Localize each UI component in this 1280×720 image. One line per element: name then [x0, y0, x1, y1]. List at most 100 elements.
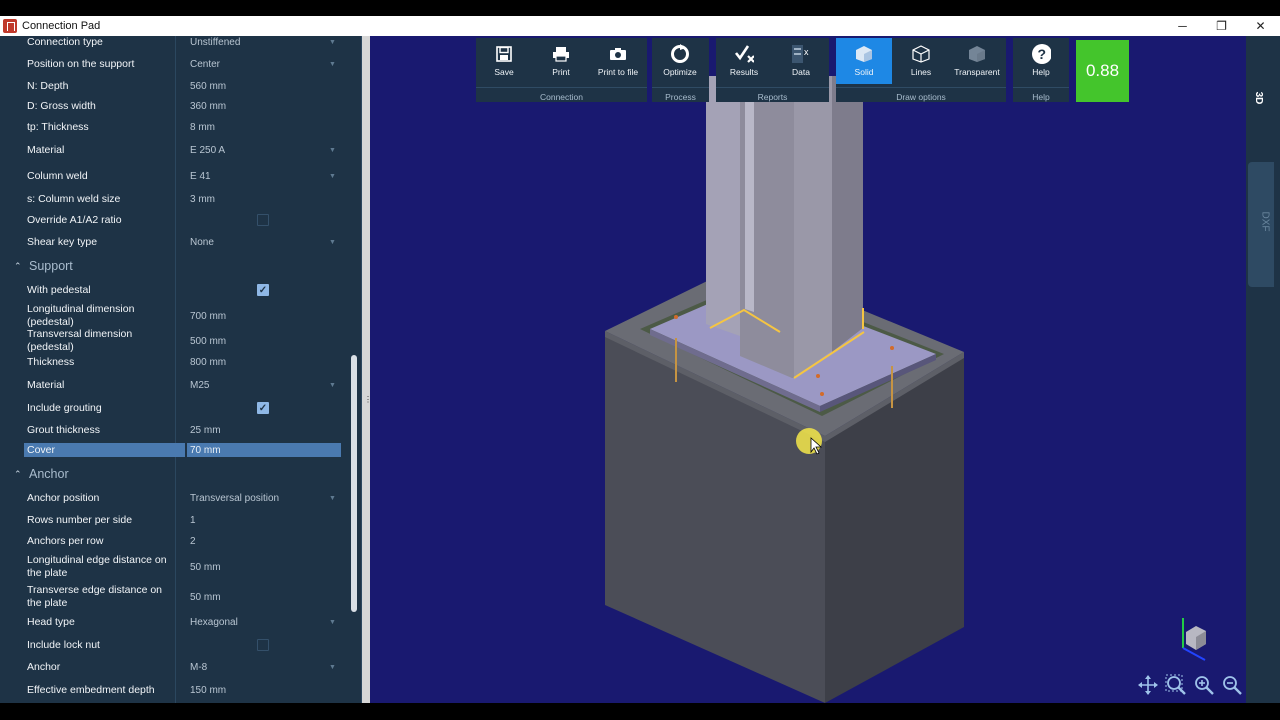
property-value[interactable]: 3 mm	[190, 194, 215, 205]
property-value[interactable]: E 41	[190, 171, 211, 182]
property-value[interactable]: 500 mm	[190, 336, 226, 347]
data-button[interactable]: x Data	[773, 38, 829, 84]
pan-icon[interactable]	[1137, 674, 1159, 696]
tab-dxf[interactable]: DXF	[1248, 162, 1274, 287]
optimize-button[interactable]: Optimize	[652, 38, 708, 84]
close-button[interactable]: ✕	[1241, 16, 1280, 36]
property-row[interactable]: Include lock nut	[0, 638, 350, 652]
property-value[interactable]: 800 mm	[190, 357, 226, 368]
property-row[interactable]: Include grouting ✓	[0, 401, 350, 415]
dropdown-arrow-icon[interactable]: ▼	[329, 619, 336, 626]
property-label: Shear key type	[27, 235, 98, 248]
dropdown-arrow-icon[interactable]: ▼	[329, 664, 336, 671]
print-button[interactable]: Print	[533, 38, 589, 84]
property-value[interactable]: 50 mm	[190, 562, 221, 573]
group-divider	[1013, 87, 1069, 88]
maximize-button[interactable]: ❐	[1202, 16, 1241, 36]
minimize-button[interactable]: ─	[1163, 16, 1202, 36]
section-anchor[interactable]: ⌃ Anchor	[0, 466, 350, 484]
property-value[interactable]: Unstiffened	[190, 37, 240, 48]
property-row[interactable]: Thickness 800 mm	[0, 355, 350, 369]
zoom-in-icon[interactable]	[1193, 674, 1215, 696]
dropdown-arrow-icon[interactable]: ▼	[329, 61, 336, 68]
solid-button[interactable]: Solid	[836, 38, 892, 84]
property-value[interactable]: 150 mm	[190, 685, 226, 696]
property-row[interactable]: Grout thickness 25 mm	[0, 423, 350, 437]
property-row[interactable]: Longitudinal dimension (pedestal) 700 mm	[0, 303, 350, 328]
checkbox-checked[interactable]: ✓	[257, 402, 269, 414]
property-value[interactable]: 360 mm	[190, 101, 226, 112]
property-row[interactable]: Connection type Unstiffened ▼	[0, 35, 350, 49]
help-button[interactable]: ? Help	[1013, 38, 1069, 84]
top-black-border	[0, 0, 1280, 16]
property-row[interactable]: Cover 70 mm	[0, 443, 350, 457]
property-row[interactable]: With pedestal ✓	[0, 283, 350, 297]
property-value[interactable]: Center	[190, 59, 220, 70]
property-value[interactable]: M-8	[190, 662, 207, 673]
dropdown-arrow-icon[interactable]: ▼	[329, 173, 336, 180]
property-value[interactable]: 2	[190, 536, 196, 547]
property-row[interactable]: tp: Thickness 8 mm	[0, 120, 350, 134]
property-value[interactable]: M25	[190, 380, 209, 391]
property-row[interactable]: s: Column weld size 3 mm	[0, 192, 350, 206]
property-row[interactable]: Shear key type None ▼	[0, 235, 350, 249]
3d-model-scene[interactable]	[370, 36, 1246, 703]
property-row[interactable]: Longitudinal edge distance on the plate 5…	[0, 554, 350, 579]
property-row[interactable]: Anchors per row 2	[0, 534, 350, 548]
property-value[interactable]: 560 mm	[190, 81, 226, 92]
property-value[interactable]: 8 mm	[190, 122, 215, 133]
property-row[interactable]: Material E 250 A ▼	[0, 143, 350, 157]
dropdown-arrow-icon[interactable]: ▼	[329, 495, 336, 502]
dropdown-arrow-icon[interactable]: ▼	[329, 39, 336, 46]
property-row[interactable]: Override A1/A2 ratio	[0, 213, 350, 227]
zoom-out-icon[interactable]	[1221, 674, 1243, 696]
property-row[interactable]: N: Depth 560 mm	[0, 79, 350, 93]
property-value[interactable]: Transversal position	[190, 493, 279, 504]
property-label: Anchor	[27, 660, 61, 673]
property-row[interactable]: Position on the support Center ▼	[0, 57, 350, 71]
print-to-file-button[interactable]: Print to file	[590, 38, 646, 84]
property-row[interactable]: Material M25 ▼	[0, 378, 350, 392]
panel-splitter[interactable]: ⋮	[362, 36, 372, 703]
3d-viewport[interactable]	[370, 36, 1246, 703]
panel-scrollbar-thumb[interactable]	[351, 355, 357, 612]
property-row[interactable]: Anchor position Transversal position ▼	[0, 491, 350, 505]
transparent-button[interactable]: Transparent	[949, 38, 1005, 84]
dropdown-arrow-icon[interactable]: ▼	[329, 147, 336, 154]
collapse-chevron-icon[interactable]: ⌃	[14, 261, 22, 272]
property-value[interactable]: 700 mm	[190, 311, 226, 322]
save-button[interactable]: Save	[476, 38, 532, 84]
property-value[interactable]: 50 mm	[190, 592, 221, 603]
zoom-extents-icon[interactable]	[1165, 674, 1187, 696]
bottom-black-border	[0, 703, 1280, 720]
section-support[interactable]: ⌃ Support	[0, 258, 350, 276]
collapse-chevron-icon[interactable]: ⌃	[14, 469, 22, 480]
property-value[interactable]: 25 mm	[190, 425, 221, 436]
checkbox-unchecked[interactable]	[257, 214, 269, 226]
lines-button[interactable]: Lines	[893, 38, 949, 84]
property-row[interactable]: Head type Hexagonal ▼	[0, 615, 350, 629]
results-button[interactable]: Results	[716, 38, 772, 84]
checkbox-unchecked[interactable]	[257, 639, 269, 651]
property-row[interactable]: Effective embedment depth 150 mm	[0, 683, 350, 697]
tab-3d[interactable]: 3D	[1247, 88, 1271, 108]
property-row[interactable]: Anchor M-8 ▼	[0, 660, 350, 674]
dropdown-arrow-icon[interactable]: ▼	[329, 239, 336, 246]
group-divider	[652, 87, 709, 88]
axis-gizmo[interactable]	[1182, 618, 1206, 661]
property-row[interactable]: Column weld E 41 ▼	[0, 169, 350, 183]
property-label: Thickness	[27, 355, 75, 368]
checkbox-checked[interactable]: ✓	[257, 284, 269, 296]
property-row[interactable]: Transversal dimension (pedestal) 500 mm	[0, 328, 350, 353]
property-value[interactable]: Hexagonal	[190, 617, 238, 628]
utilization-ratio-badge[interactable]: 0.88	[1076, 40, 1129, 102]
property-value[interactable]: 70 mm	[190, 445, 221, 456]
property-row[interactable]: Transverse edge distance on the plate 50 …	[0, 584, 350, 609]
dropdown-arrow-icon[interactable]: ▼	[329, 382, 336, 389]
property-row[interactable]: Rows number per side 1	[0, 513, 350, 527]
property-value[interactable]: None	[190, 237, 214, 248]
property-value[interactable]: 1	[190, 515, 196, 526]
property-row[interactable]: D: Gross width 360 mm	[0, 99, 350, 113]
svg-text:x: x	[804, 47, 809, 57]
property-value[interactable]: E 250 A	[190, 145, 225, 156]
